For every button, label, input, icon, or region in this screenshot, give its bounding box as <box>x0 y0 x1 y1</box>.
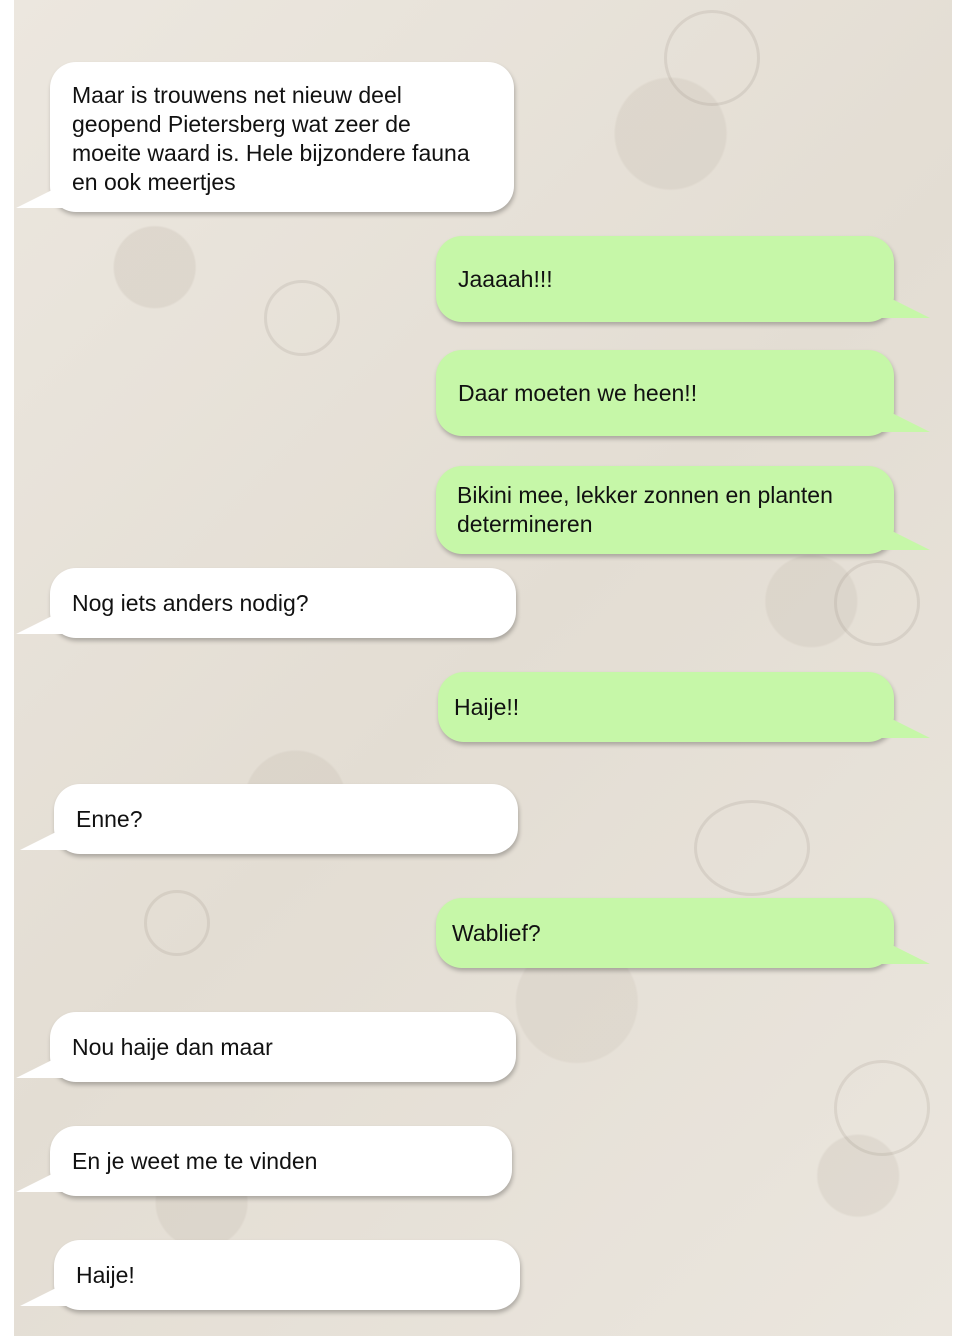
message-bubble-incoming[interactable]: Nog iets anders nodig? <box>50 568 516 638</box>
message-bubble-incoming[interactable]: En je weet me te vinden <box>50 1126 512 1196</box>
message-text: determineren <box>457 511 593 537</box>
message-text: en ook meertjes <box>72 169 236 195</box>
message-bubble-incoming[interactable]: Enne? <box>54 784 518 854</box>
message-bubble-outgoing[interactable]: Bikini mee, lekker zonnen en planten det… <box>436 466 894 554</box>
background-doodle <box>834 1060 930 1156</box>
message-text: Wablief? <box>452 919 541 946</box>
message-bubble-incoming[interactable]: Maar is trouwens net nieuw deel geopend … <box>50 62 514 212</box>
message-text: Daar moeten we heen!! <box>458 379 698 406</box>
background-doodle <box>144 890 210 956</box>
background-doodle <box>694 800 810 896</box>
message-text: geopend Pietersberg wat zeer de <box>72 111 411 137</box>
message-text: Haije! <box>76 1261 135 1288</box>
message-bubble-outgoing[interactable]: Jaaaah!!! <box>436 236 894 322</box>
message-text: Jaaaah!!! <box>458 265 553 292</box>
message-text: Nou haije dan maar <box>72 1033 273 1060</box>
message-text: Enne? <box>76 805 143 832</box>
background-doodle <box>834 560 920 646</box>
background-doodle <box>664 10 760 106</box>
message-bubble-outgoing[interactable]: Haije!! <box>438 672 894 742</box>
message-text: En je weet me te vinden <box>72 1147 318 1174</box>
chat-background: Maar is trouwens net nieuw deel geopend … <box>14 0 952 1336</box>
message-text: Bikini mee, lekker zonnen en planten <box>457 482 833 508</box>
background-doodle <box>264 280 340 356</box>
message-text: Maar is trouwens net nieuw deel <box>72 82 402 108</box>
message-text: Haije!! <box>454 693 520 720</box>
message-bubble-outgoing[interactable]: Wablief? <box>436 898 894 968</box>
message-bubble-incoming[interactable]: Haije! <box>54 1240 520 1310</box>
message-text: moeite waard is. Hele bijzondere fauna <box>72 140 470 166</box>
message-bubble-incoming[interactable]: Nou haije dan maar <box>50 1012 516 1082</box>
message-bubble-outgoing[interactable]: Daar moeten we heen!! <box>436 350 894 436</box>
message-text: Nog iets anders nodig? <box>72 589 309 616</box>
